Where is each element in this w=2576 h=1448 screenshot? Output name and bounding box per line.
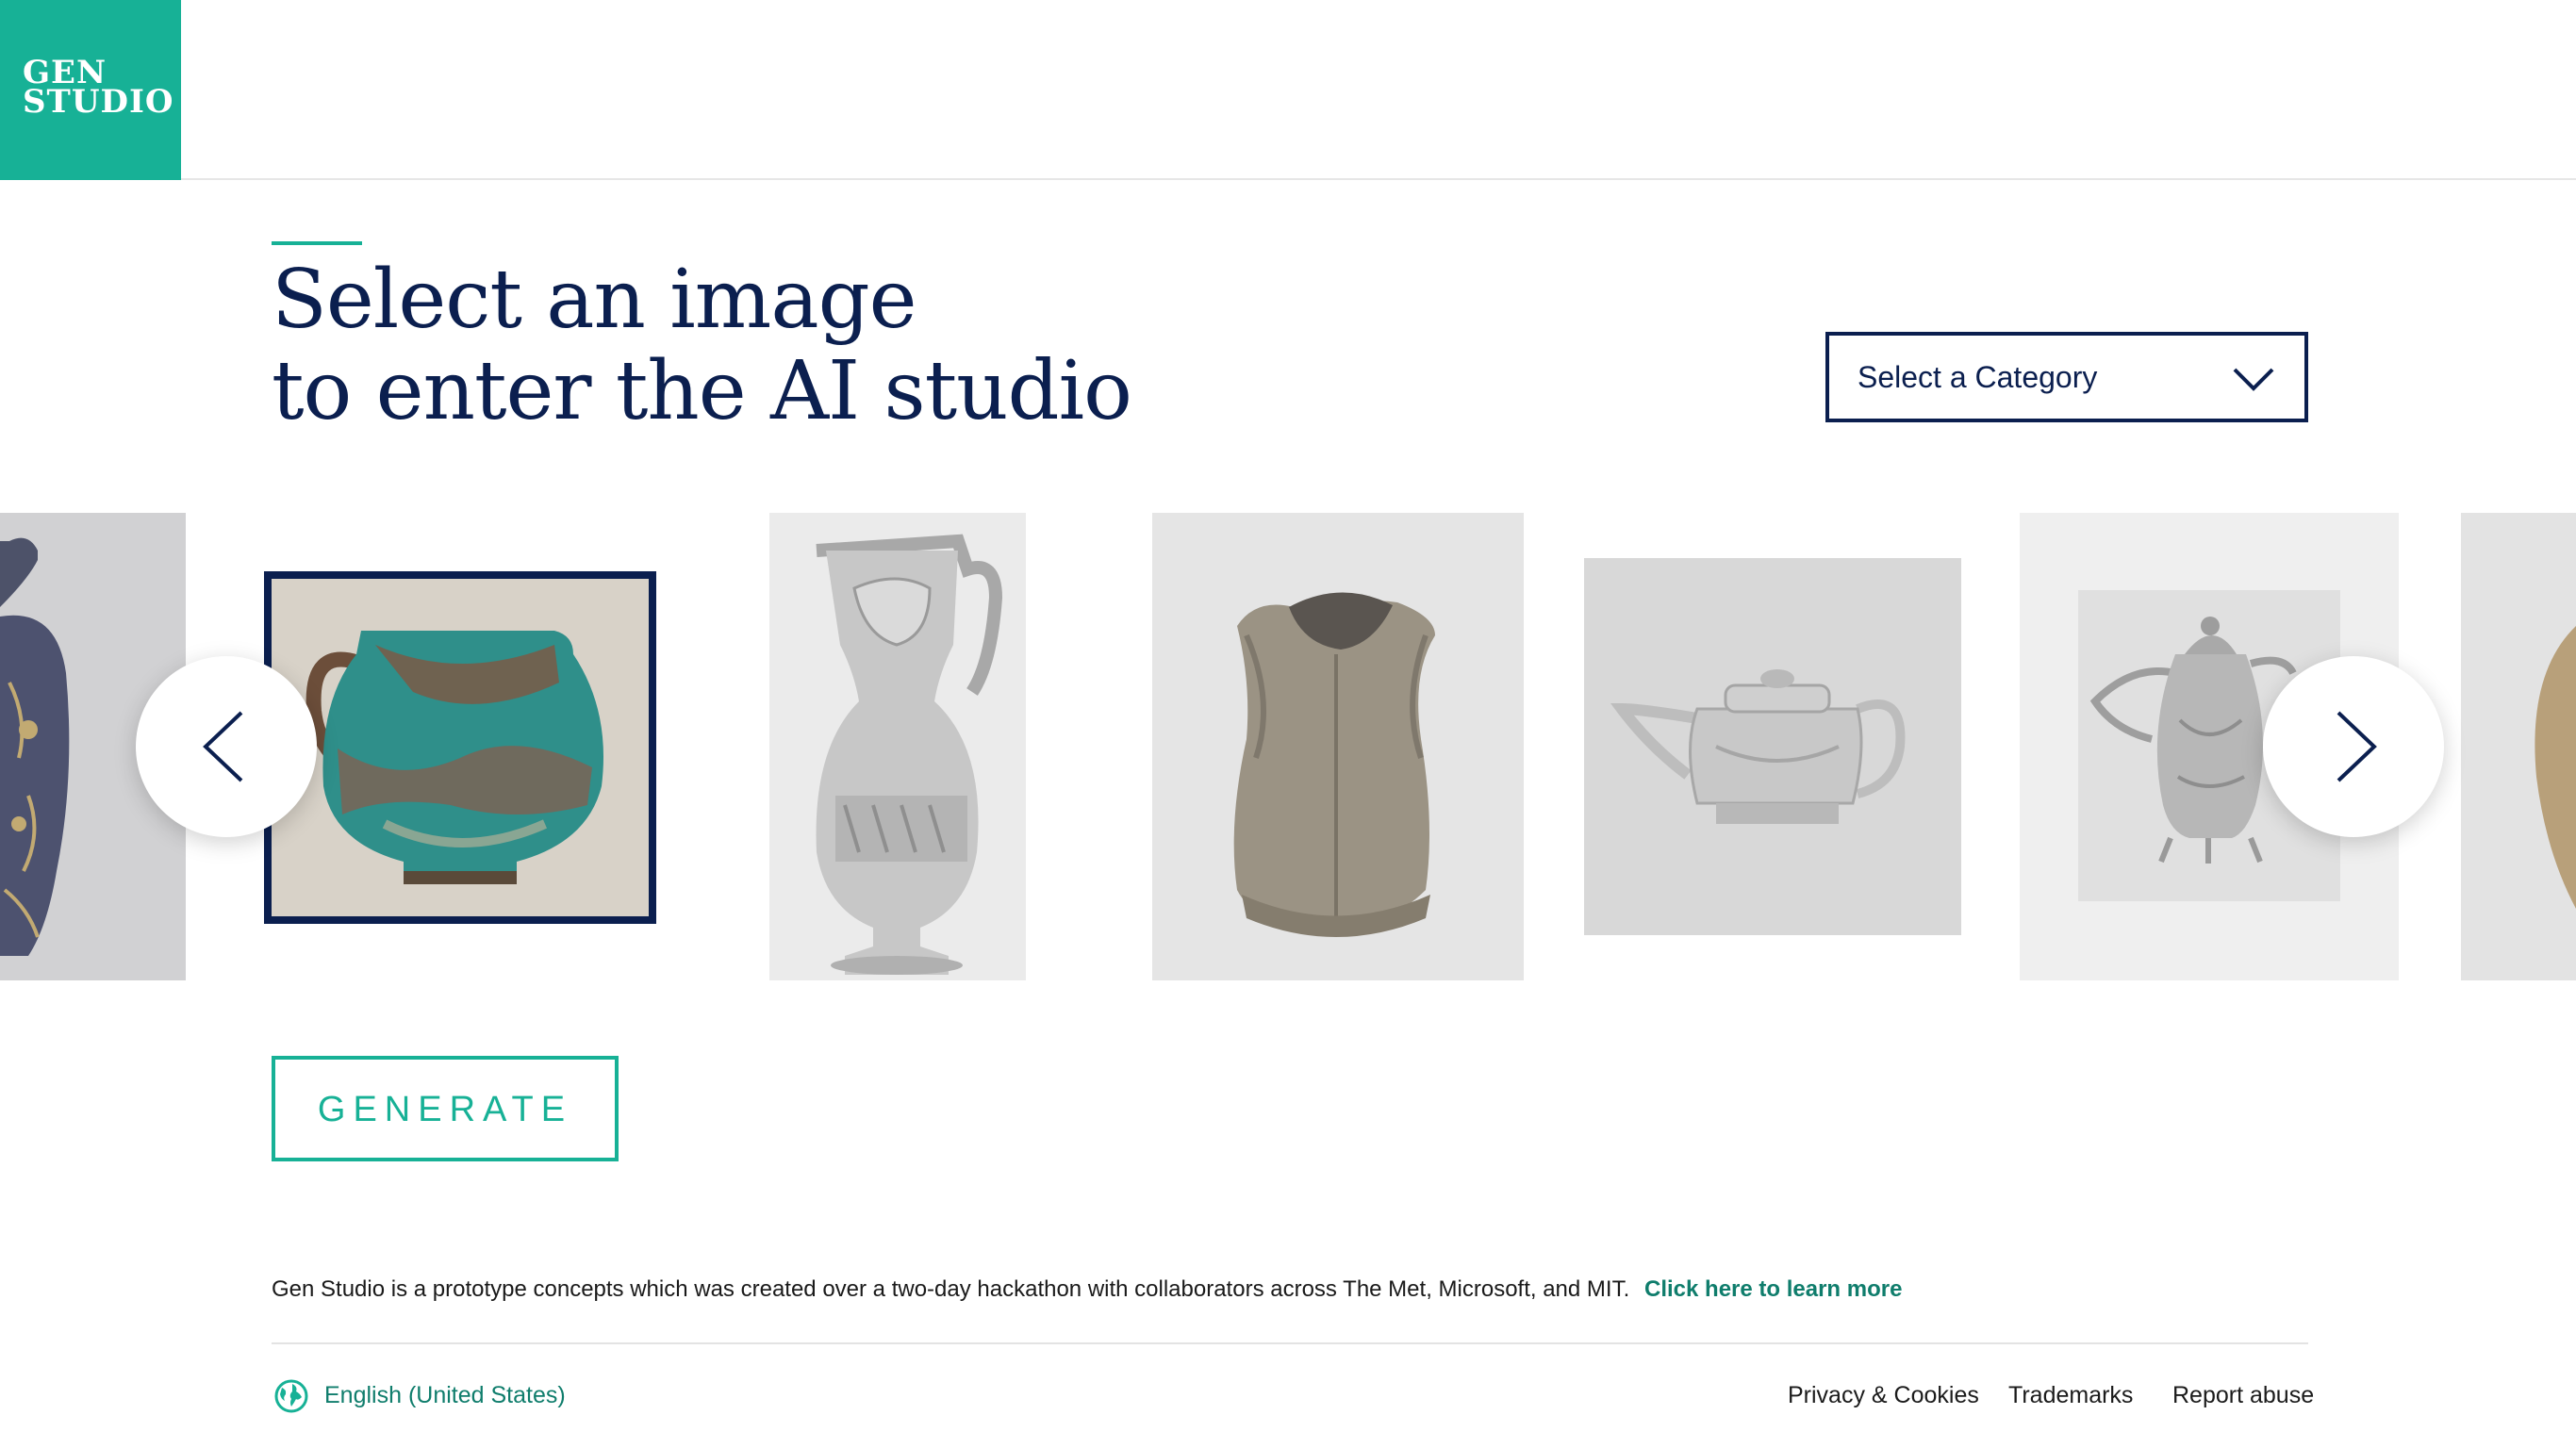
- footer-link-privacy[interactable]: Privacy & Cookies: [1788, 1382, 1979, 1409]
- carousel-item-silver-teapot[interactable]: [1584, 558, 1961, 935]
- category-select[interactable]: Select a Category: [1825, 332, 2308, 422]
- page-title-line-1: Select an image: [272, 253, 917, 347]
- carousel-item-turquoise-jar[interactable]: [264, 571, 656, 924]
- category-select-label: Select a Category: [1858, 360, 2098, 394]
- carousel-prev-button[interactable]: [136, 656, 317, 837]
- footer-link-report-abuse[interactable]: Report abuse: [2172, 1382, 2314, 1409]
- page-title: Select an image to enter the AI studio: [272, 253, 1132, 438]
- chevron-down-icon: [2233, 368, 2274, 391]
- info-text: Gen Studio is a prototype concepts which…: [272, 1276, 1630, 1302]
- header: GEN STUDIO: [0, 0, 2576, 180]
- page-title-line-2: to enter the AI studio: [272, 344, 1132, 438]
- learn-more-link[interactable]: Click here to learn more: [1644, 1276, 1902, 1303]
- gen-studio-logo[interactable]: GEN STUDIO: [0, 0, 181, 180]
- chevron-right-icon: [2337, 711, 2377, 782]
- carousel-item-breastplate-armor[interactable]: [1152, 513, 1524, 980]
- title-accent-line: [272, 241, 362, 245]
- image-carousel[interactable]: [0, 513, 2576, 984]
- carousel-next-button[interactable]: [2263, 656, 2444, 837]
- language-label: English (United States): [324, 1382, 566, 1408]
- chevron-left-icon: [203, 711, 243, 782]
- footer-link-trademarks[interactable]: Trademarks: [2008, 1382, 2133, 1409]
- logo-line-2: STUDIO: [23, 83, 174, 121]
- carousel-item-partial[interactable]: [2461, 513, 2576, 980]
- carousel-item-silver-pitcher[interactable]: [769, 513, 1026, 980]
- generate-button[interactable]: GENERATE: [272, 1056, 619, 1161]
- globe-icon: [274, 1379, 308, 1413]
- footer-divider: [272, 1342, 2308, 1344]
